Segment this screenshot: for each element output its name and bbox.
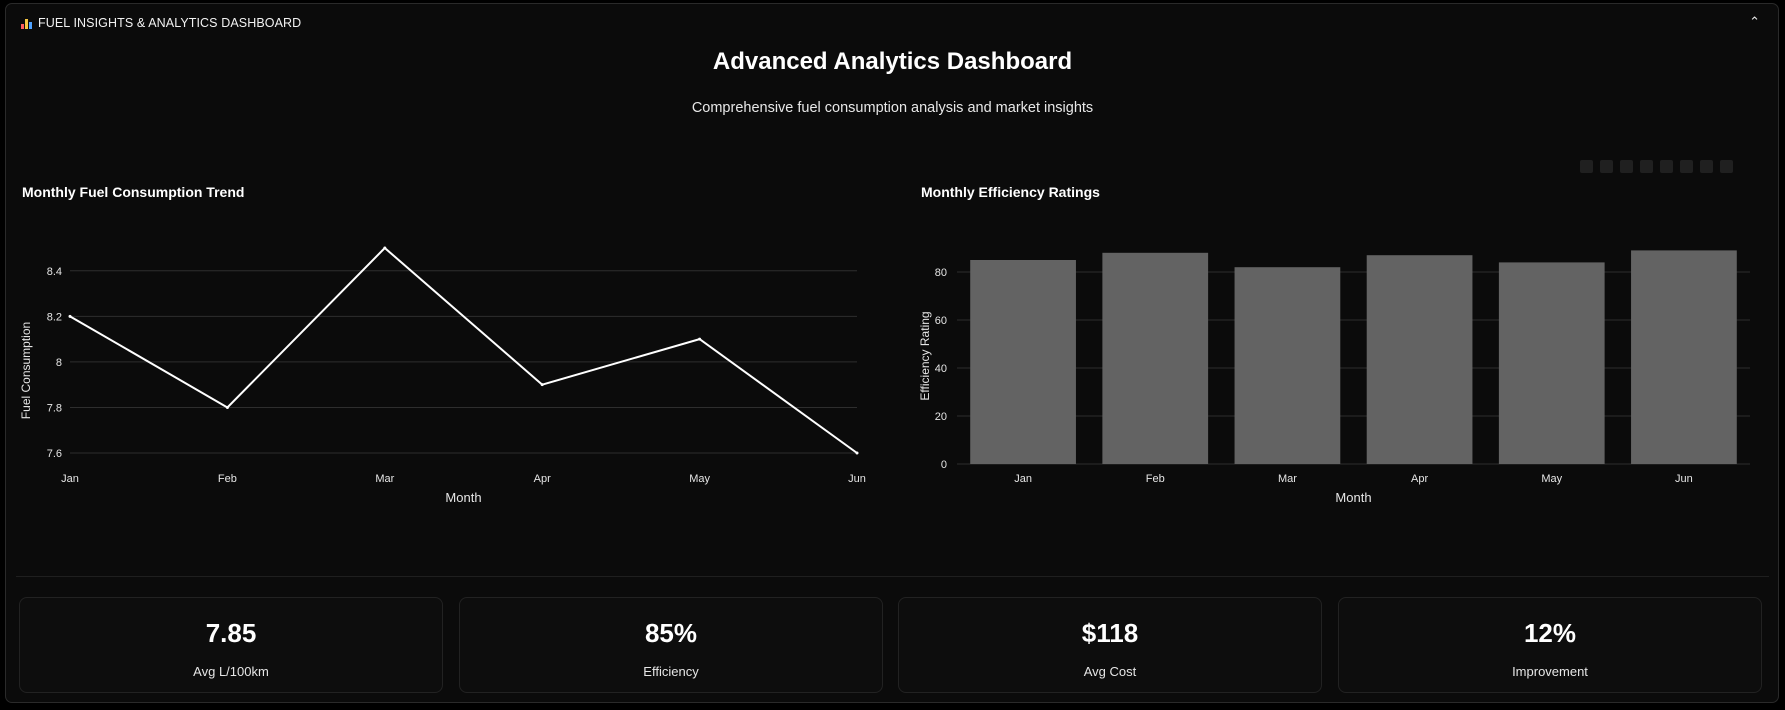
x-tick-label: Jun xyxy=(848,473,866,485)
stat-card-avg-consumption: 7.85 Avg L/100km xyxy=(19,597,443,693)
zoom-out-icon[interactable] xyxy=(1660,160,1673,173)
x-axis-title: Month xyxy=(445,490,481,505)
y-axis-title: Efficiency Rating xyxy=(918,311,932,400)
stat-value: 7.85 xyxy=(205,618,257,648)
y-tick-label: 7.6 xyxy=(47,448,62,460)
y-axis-title: Fuel Consumption xyxy=(19,322,33,419)
panel-header[interactable]: FUEL INSIGHTS & ANALYTICS DASHBOARD xyxy=(6,4,1778,42)
series-line xyxy=(69,246,858,454)
x-tick-label: Apr xyxy=(1411,473,1428,485)
data-point xyxy=(68,314,72,318)
zoom-in-icon[interactable] xyxy=(1640,160,1653,173)
data-point xyxy=(225,405,229,409)
data-point xyxy=(383,246,387,250)
x-tick-label: Mar xyxy=(1278,473,1297,485)
line-chart-title: Monthly Fuel Consumption Trend xyxy=(22,184,245,200)
chart-modebar xyxy=(1580,160,1733,176)
stat-label: Avg L/100km xyxy=(193,664,269,679)
bar xyxy=(1234,267,1341,464)
bar-chart-title: Monthly Efficiency Ratings xyxy=(921,184,1100,200)
x-axis-title: Month xyxy=(1335,490,1371,505)
y-tick-label: 8.2 xyxy=(47,311,62,323)
data-point xyxy=(540,383,544,387)
bar xyxy=(1631,250,1737,464)
page-title: Advanced Analytics Dashboard xyxy=(712,48,1073,75)
bar xyxy=(1498,262,1605,464)
stat-label: Avg Cost xyxy=(1083,664,1137,679)
bar xyxy=(1102,252,1209,464)
stat-value: $118 xyxy=(1081,618,1139,648)
y-tick-label: 0 xyxy=(941,459,947,471)
y-tick-label: 60 xyxy=(935,315,947,327)
home-icon[interactable] xyxy=(1700,160,1713,173)
y-tick-label: 40 xyxy=(935,363,947,375)
x-tick-label: Feb xyxy=(218,473,237,485)
x-tick-label: May xyxy=(1541,473,1562,485)
stat-card-improvement: 12% Improvement xyxy=(1338,597,1762,693)
stat-value: 85% xyxy=(644,618,698,648)
fullscreen-icon[interactable] xyxy=(1720,160,1733,173)
line-chart[interactable]: 7.6 7.8 8 8.2 8.4 Jan Feb Mar Apr May Jun Month Fuel… xyxy=(0,210,890,520)
panel-header-title: FUEL INSIGHTS & ANALYTICS DASHBOARD xyxy=(38,16,302,30)
pan-icon[interactable] xyxy=(1620,160,1633,173)
data-point xyxy=(855,451,859,455)
x-tick-label: Jan xyxy=(1014,473,1032,485)
stat-label: Improvement xyxy=(1512,664,1588,679)
y-tick-label: 8.4 xyxy=(47,266,62,278)
zoom-icon[interactable] xyxy=(1600,160,1613,173)
bar xyxy=(1366,255,1473,464)
y-tick-label: 8 xyxy=(56,357,62,369)
x-tick-label: Feb xyxy=(1146,473,1165,485)
bar xyxy=(970,260,1076,464)
page-subtitle: Comprehensive fuel consumption analysis … xyxy=(691,100,1094,116)
x-tick-label: May xyxy=(689,473,710,485)
y-tick-label: 80 xyxy=(935,267,947,279)
x-tick-label: Apr xyxy=(534,473,551,485)
camera-icon[interactable] xyxy=(1580,160,1593,173)
bar-chart[interactable]: 0 20 40 60 80 Jan Feb Mar Apr May Jun Month Efficien… xyxy=(900,210,1785,520)
x-tick-label: Mar xyxy=(375,473,394,485)
x-tick-label: Jun xyxy=(1675,473,1693,485)
stat-label: Efficiency xyxy=(643,664,699,679)
stat-card-avg-cost: $118 Avg Cost xyxy=(898,597,1322,693)
y-tick-label: 20 xyxy=(935,411,947,423)
autoscale-icon[interactable] xyxy=(1680,160,1693,173)
data-point xyxy=(698,337,702,341)
stat-card-efficiency: 85% Efficiency xyxy=(459,597,883,693)
y-tick-label: 7.8 xyxy=(47,402,62,414)
bar-chart-icon xyxy=(21,17,35,29)
section-divider xyxy=(16,576,1769,577)
chevron-up-icon[interactable]: ⌃ xyxy=(1749,14,1760,30)
x-tick-label: Jan xyxy=(61,473,79,485)
stat-value: 12% xyxy=(1523,618,1577,648)
